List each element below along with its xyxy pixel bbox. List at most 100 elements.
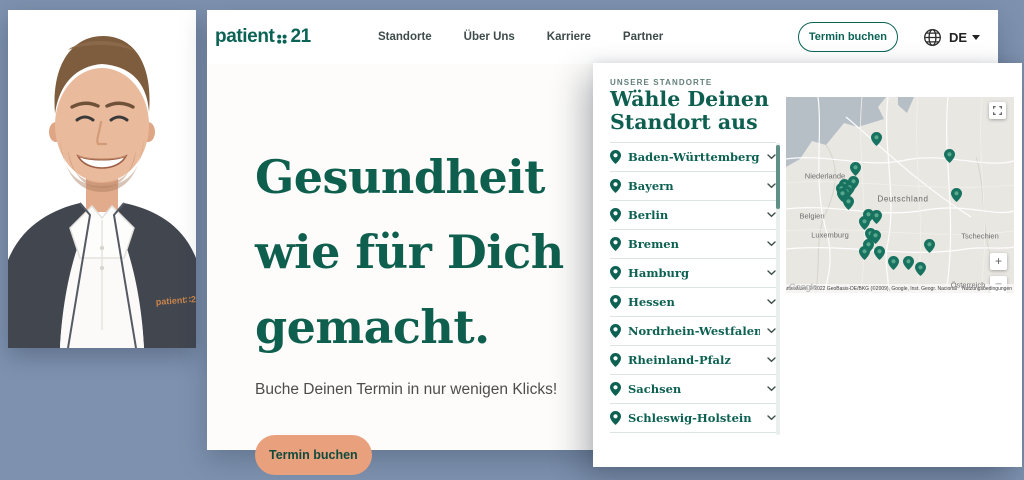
header-termin-buchen-button[interactable]: Termin buchen <box>798 22 898 52</box>
state-label: Baden-Württemberg <box>628 150 760 164</box>
location-pin-icon <box>843 196 854 210</box>
location-pin-icon <box>951 188 962 202</box>
fullscreen-button[interactable] <box>989 102 1006 119</box>
chevron-down-icon <box>767 270 776 276</box>
state-row-hamburg[interactable]: Hamburg <box>610 259 776 288</box>
chevron-down-icon <box>767 183 776 189</box>
map-pin[interactable] <box>951 188 962 202</box>
scrollbar-thumb[interactable] <box>776 145 780 209</box>
hero-title: Gesundheitwie für Dichgemacht. <box>255 140 564 365</box>
hero-section: Gesundheitwie für Dichgemacht. Buche Dei… <box>255 140 564 475</box>
locations-eyebrow: UNSERE STANDORTE <box>610 78 712 87</box>
hero-title-line: Gesundheit <box>255 140 564 215</box>
state-label: Hessen <box>628 295 760 309</box>
location-pin-icon <box>915 262 926 276</box>
state-label: Rheinland-Pfalz <box>628 353 760 367</box>
chevron-down-icon <box>767 415 776 421</box>
state-label: Nordrhein-Westfalen <box>628 324 760 338</box>
location-pin-icon <box>903 256 914 270</box>
location-pin-icon <box>610 295 621 309</box>
logo-word: patient <box>215 26 274 48</box>
map-canvas[interactable]: + − Kurzbefehle Kartendaten © 2022 GeoBa… <box>786 97 1014 293</box>
location-pin-icon <box>610 150 621 164</box>
map-pin[interactable] <box>888 256 899 270</box>
map-terms-link[interactable]: Nutzungsbedingungen <box>962 286 1012 292</box>
logo-dots-icon <box>276 32 289 45</box>
map-pin[interactable] <box>871 132 882 146</box>
map-pin[interactable] <box>871 210 882 224</box>
map-base <box>786 97 1014 293</box>
state-label: Bayern <box>628 179 760 193</box>
nav-item-standorte[interactable]: Standorte <box>378 31 432 43</box>
map-pin[interactable] <box>915 262 926 276</box>
page-background: { "colors":{ "background":"#7E92AF","bra… <box>0 0 1024 480</box>
main-nav: Standorte Über Uns Karriere Partner <box>378 31 663 43</box>
state-row-bayern[interactable]: Bayern <box>610 172 776 201</box>
location-pin-icon <box>871 210 882 224</box>
location-pin-icon <box>924 239 935 253</box>
state-row-rheinland-pfalz[interactable]: Rheinland-Pfalz <box>610 346 776 375</box>
language-code: DE <box>949 30 967 45</box>
nav-item-karriere[interactable]: Karriere <box>547 31 591 43</box>
state-row-schleswig-holstein[interactable]: Schleswig-Holstein <box>610 404 776 433</box>
map-pin[interactable] <box>924 239 935 253</box>
site-logo[interactable]: patient 21 <box>215 26 311 48</box>
location-pin-icon <box>610 324 621 338</box>
chevron-down-icon <box>767 386 776 392</box>
location-pin-icon <box>888 256 899 270</box>
site-header: patient 21 Standorte Über Uns Karriere Part… <box>207 10 998 64</box>
location-pin-icon <box>850 162 861 176</box>
language-selector[interactable]: DE <box>949 30 980 45</box>
header-right: Termin buchen DE <box>798 22 980 52</box>
nav-item-partner[interactable]: Partner <box>623 31 663 43</box>
portrait-photo: patient∷2 <box>8 10 196 348</box>
location-pin-icon <box>610 353 621 367</box>
chevron-down-icon <box>767 154 776 160</box>
state-row-hessen[interactable]: Hessen <box>610 288 776 317</box>
map-pin[interactable] <box>874 246 885 260</box>
map-pin[interactable] <box>843 196 854 210</box>
location-pin-icon <box>610 179 621 193</box>
state-list: Baden-Württemberg Bayern Berlin Bremen Hambu… <box>610 142 776 433</box>
portrait-illustration: patient∷2 <box>8 10 196 348</box>
chevron-down-icon <box>767 328 776 334</box>
location-pin-icon <box>874 246 885 260</box>
state-row-nordrhein-westfalen[interactable]: Nordrhein-Westfalen <box>610 317 776 346</box>
nav-item--ber-uns[interactable]: Über Uns <box>464 31 515 43</box>
locations-title: Wähle Deinen Standort aus <box>610 88 788 134</box>
fullscreen-icon <box>993 106 1002 115</box>
map-pin[interactable] <box>944 149 955 163</box>
location-pin-icon <box>610 382 621 396</box>
map-pin[interactable] <box>903 256 914 270</box>
locations-card: UNSERE STANDORTE Wähle Deinen Standort a… <box>593 63 1022 467</box>
globe-icon[interactable] <box>923 28 942 47</box>
state-row-bremen[interactable]: Bremen <box>610 230 776 259</box>
hero-subtitle: Buche Deinen Termin in nur wenigen Klick… <box>255 381 564 399</box>
state-row-sachsen[interactable]: Sachsen <box>610 375 776 404</box>
hero-termin-buchen-button[interactable]: Termin buchen <box>255 435 372 475</box>
google-logo[interactable]: Google <box>789 282 817 292</box>
state-label: Berlin <box>628 208 760 222</box>
state-row-baden-w-rttemberg[interactable]: Baden-Württemberg <box>610 143 776 172</box>
state-label: Sachsen <box>628 382 760 396</box>
location-pin-icon <box>944 149 955 163</box>
chevron-down-icon <box>767 357 776 363</box>
location-pin-icon <box>610 208 621 222</box>
state-row-berlin[interactable]: Berlin <box>610 201 776 230</box>
location-pin-icon <box>610 411 621 425</box>
hero-title-line: wie für Dich <box>255 215 564 290</box>
map-pin[interactable] <box>859 246 870 260</box>
map-pin[interactable] <box>850 162 861 176</box>
chevron-down-icon <box>767 241 776 247</box>
location-pin-icon <box>859 246 870 260</box>
state-list-scrollbar[interactable] <box>776 143 780 435</box>
location-pin-icon <box>871 132 882 146</box>
state-label: Bremen <box>628 237 760 251</box>
state-label: Hamburg <box>628 266 760 280</box>
state-label: Schleswig-Holstein <box>628 411 760 425</box>
location-pin-icon <box>610 237 621 251</box>
zoom-in-button[interactable]: + <box>990 253 1007 270</box>
chevron-down-icon <box>767 299 776 305</box>
logo-number: 21 <box>290 26 310 48</box>
chevron-down-icon <box>767 212 776 218</box>
